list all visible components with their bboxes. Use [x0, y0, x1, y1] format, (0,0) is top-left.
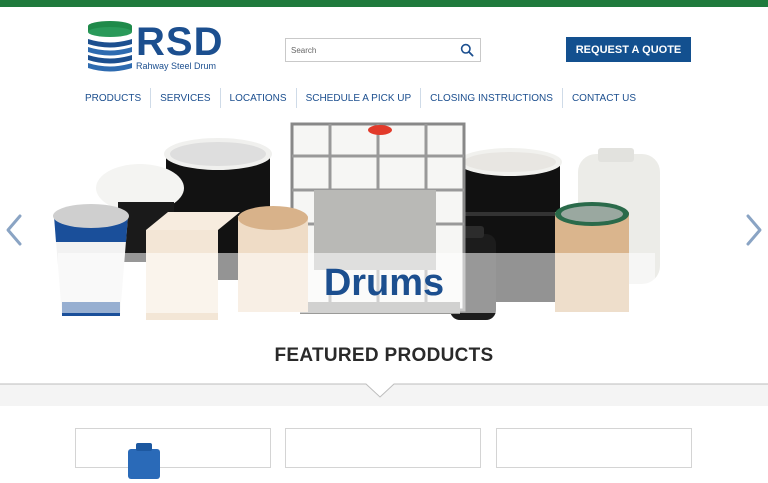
nav-item-products[interactable]: PRODUCTS [76, 88, 152, 108]
request-quote-button[interactable]: REQUEST A QUOTE [566, 37, 691, 62]
nav-item-contact-us[interactable]: CONTACT US [563, 88, 645, 108]
logo-wordmark: RSD [136, 20, 224, 64]
product-card[interactable] [285, 428, 481, 468]
featured-products-heading: FEATURED PRODUCTS [274, 345, 494, 366]
top-accent-bar [0, 0, 768, 7]
section-divider [0, 383, 768, 406]
nav-item-schedule-pickup[interactable]: SCHEDULE A PICK UP [297, 88, 422, 108]
chevron-left-icon[interactable] [2, 212, 26, 248]
logo-tagline: Rahway Steel Drum [136, 61, 217, 71]
logo[interactable]: RSD Rahway Steel Drum [86, 20, 236, 76]
logo-stack-icon [88, 21, 132, 72]
product-card[interactable] [75, 428, 271, 479]
chevron-right-icon[interactable] [742, 212, 766, 248]
hero-caption: Drums [323, 262, 445, 304]
main-nav: PRODUCTS SERVICES LOCATIONS SCHEDULE A P… [76, 88, 645, 108]
nav-item-closing-instructions[interactable]: CLOSING INSTRUCTIONS [421, 88, 563, 108]
search-icon[interactable] [460, 43, 474, 57]
nav-item-services[interactable]: SERVICES [151, 88, 221, 108]
search-box [285, 38, 481, 62]
nav-item-locations[interactable]: LOCATIONS [221, 88, 297, 108]
hero-slider: Drums [0, 112, 768, 336]
search-input[interactable] [286, 39, 454, 61]
product-thumbnail [128, 443, 160, 479]
product-card[interactable] [496, 428, 692, 468]
